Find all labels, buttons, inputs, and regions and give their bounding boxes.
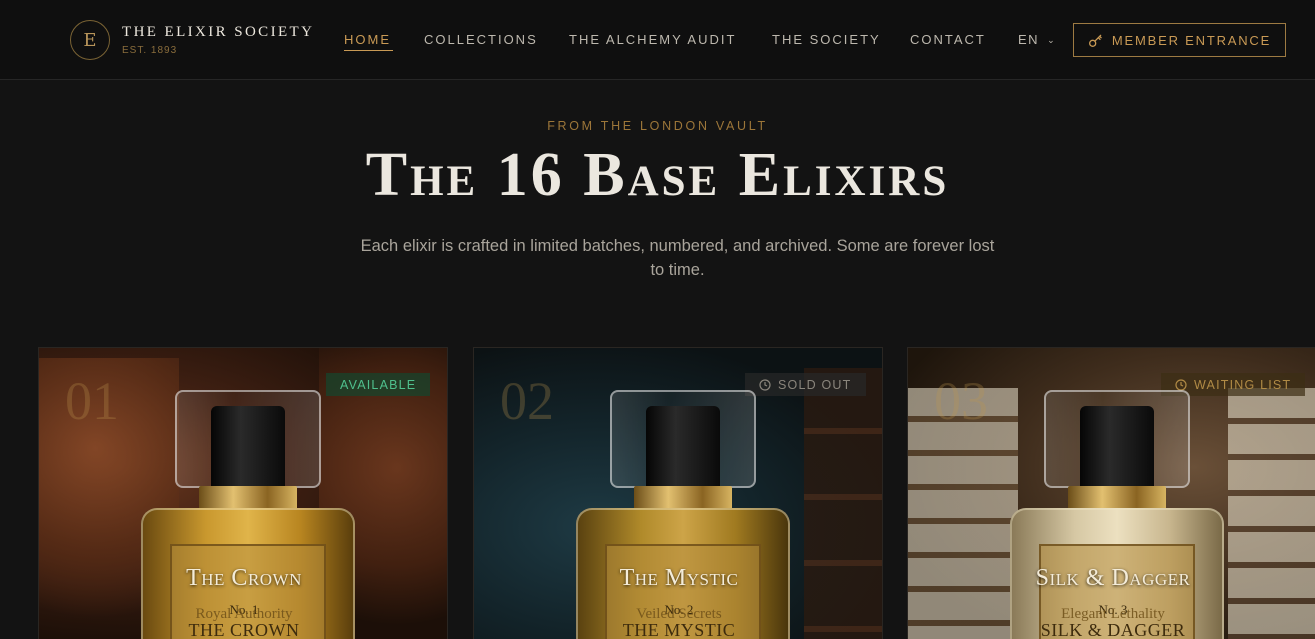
language-label: EN xyxy=(1018,32,1040,47)
card-title: The Mystic xyxy=(619,565,739,591)
bottle-collar-image xyxy=(1068,486,1166,510)
bottle-collar-image xyxy=(634,486,732,510)
clock-icon xyxy=(1175,378,1187,391)
site-header: E THE ELIXIR SOCIETY EST. 1893 HOME COLL… xyxy=(0,0,1315,80)
key-icon xyxy=(1088,34,1102,47)
section-eyebrow: FROM THE LONDON VAULT xyxy=(547,119,768,133)
member-entrance-label: MEMBER ENTRANCE xyxy=(1111,32,1272,48)
page-subtitle: Each elixir is crafted in limited batche… xyxy=(360,237,995,279)
bottle-collar-image xyxy=(199,486,297,510)
card-engraving: THE CROWN xyxy=(188,620,300,639)
bottle-cap-image xyxy=(646,406,720,488)
elixir-card[interactable]: 02 SOLD OUT The Mystic No. 2 Veiled Secr… xyxy=(473,347,883,639)
status-badge: AVAILABLE xyxy=(326,373,431,396)
card-title: Silk & Dagger xyxy=(1035,565,1191,591)
logo-monogram-icon[interactable]: E xyxy=(70,20,110,60)
nav-alchemy-audit[interactable]: THE ALCHEMY AUDIT xyxy=(569,32,736,47)
bottle-cap-image xyxy=(211,406,285,488)
card-number: 03 xyxy=(934,371,988,431)
status-label: WAITING LIST xyxy=(1194,377,1292,392)
nav-active-underline xyxy=(344,50,393,51)
member-entrance-button[interactable]: MEMBER ENTRANCE xyxy=(1073,23,1286,57)
nav-collections[interactable]: COLLECTIONS xyxy=(424,32,538,47)
brand-established: EST. 1893 xyxy=(122,45,178,56)
card-number: 02 xyxy=(500,371,554,431)
brand-name[interactable]: THE ELIXIR SOCIETY xyxy=(122,24,314,41)
nav-contact[interactable]: CONTACT xyxy=(910,32,986,47)
card-engraving: THE MYSTIC xyxy=(622,620,736,639)
nav-home[interactable]: HOME xyxy=(344,32,391,47)
clock-icon xyxy=(759,378,771,391)
card-number: 01 xyxy=(65,371,119,431)
bottle-cap-image xyxy=(1080,406,1154,488)
page-title: The 16 Base Elixirs xyxy=(365,141,950,209)
nav-the-society[interactable]: THE SOCIETY xyxy=(772,32,881,47)
card-title: The Crown xyxy=(186,565,302,591)
status-label: AVAILABLE xyxy=(340,377,417,392)
elixir-card[interactable]: 01 AVAILABLE The Crown No. 1 Royal Autho… xyxy=(38,347,448,639)
bookshelf-image xyxy=(804,368,882,639)
elixir-card[interactable]: 03 WAITING LIST Silk & Dagger No. 3 Eleg… xyxy=(907,347,1315,639)
language-selector[interactable]: EN ⌄ xyxy=(1018,32,1056,47)
card-engraving: SILK & DAGGER xyxy=(1040,620,1186,639)
chevron-down-icon: ⌄ xyxy=(1047,35,1057,45)
status-badge: SOLD OUT xyxy=(745,373,866,396)
status-label: SOLD OUT xyxy=(778,377,852,392)
